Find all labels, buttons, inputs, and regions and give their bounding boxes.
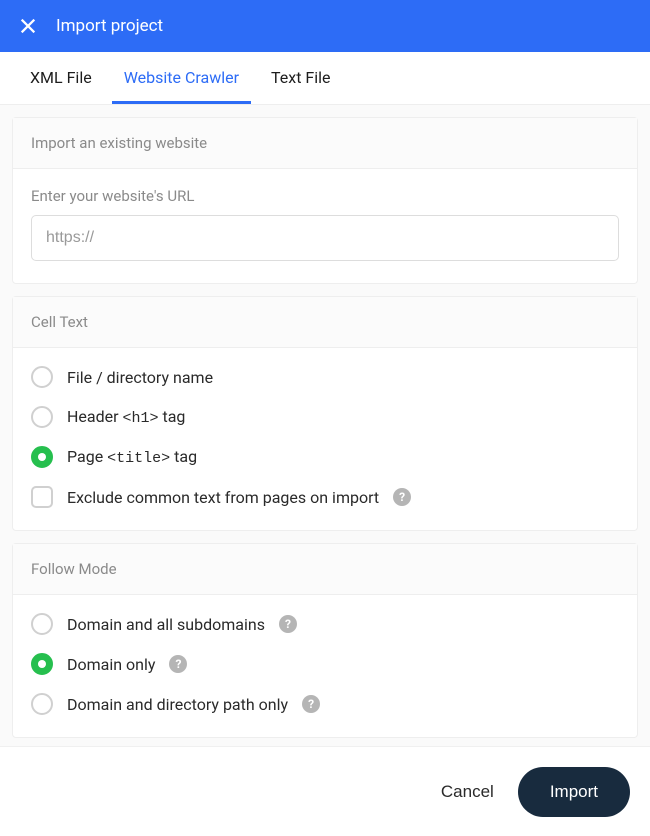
radio-icon[interactable] [31, 653, 53, 675]
help-icon[interactable]: ? [393, 488, 411, 506]
section-title-follow-mode: Follow Mode [13, 544, 637, 595]
follow-mode-options: Domain and all subdomains ? Domain only … [31, 613, 619, 715]
dialog-footer: Cancel Import [0, 746, 650, 836]
tab-xml-file[interactable]: XML File [18, 52, 104, 104]
section-title-cell-text: Cell Text [13, 297, 637, 348]
radio-icon[interactable] [31, 406, 53, 428]
radio-icon[interactable] [31, 446, 53, 468]
option-label: Domain and directory path only [67, 695, 288, 714]
content-scroll[interactable]: Import an existing website Enter your we… [0, 105, 650, 747]
tab-website-crawler[interactable]: Website Crawler [112, 52, 251, 104]
option-label: Exclude common text from pages on import [67, 488, 379, 507]
url-field-label: Enter your website's URL [31, 187, 619, 205]
option-title-tag[interactable]: Page <title> tag [31, 446, 619, 468]
radio-icon[interactable] [31, 693, 53, 715]
url-input[interactable] [31, 215, 619, 261]
option-label: Domain and all subdomains [67, 615, 265, 634]
section-cell-text: Cell Text File / directory name Header <… [12, 296, 638, 531]
checkbox-icon[interactable] [31, 486, 53, 508]
option-h1-tag[interactable]: Header <h1> tag [31, 406, 619, 428]
tabs-bar: XML File Website Crawler Text File [0, 52, 650, 105]
dialog-title: Import project [56, 16, 163, 36]
radio-icon[interactable] [31, 613, 53, 635]
cell-text-options: File / directory name Header <h1> tag Pa… [31, 366, 619, 508]
help-icon[interactable]: ? [279, 615, 297, 633]
cancel-button[interactable]: Cancel [435, 772, 500, 812]
help-icon[interactable]: ? [302, 695, 320, 713]
option-exclude-common-text[interactable]: Exclude common text from pages on import… [31, 486, 619, 508]
option-label: Page <title> tag [67, 447, 197, 467]
option-label: File / directory name [67, 368, 213, 387]
section-import-website: Import an existing website Enter your we… [12, 117, 638, 284]
help-icon[interactable]: ? [169, 655, 187, 673]
option-file-directory[interactable]: File / directory name [31, 366, 619, 388]
radio-icon[interactable] [31, 366, 53, 388]
option-domain-only[interactable]: Domain only ? [31, 653, 619, 675]
close-icon[interactable] [18, 16, 38, 36]
section-follow-mode: Follow Mode Domain and all subdomains ? … [12, 543, 638, 738]
option-label: Header <h1> tag [67, 407, 185, 427]
tab-text-file[interactable]: Text File [259, 52, 343, 104]
dialog-header: Import project [0, 0, 650, 52]
option-domain-subdomains[interactable]: Domain and all subdomains ? [31, 613, 619, 635]
section-title-website: Import an existing website [13, 118, 637, 169]
option-domain-directory-path[interactable]: Domain and directory path only ? [31, 693, 619, 715]
import-button[interactable]: Import [518, 767, 630, 817]
option-label: Domain only [67, 655, 155, 674]
